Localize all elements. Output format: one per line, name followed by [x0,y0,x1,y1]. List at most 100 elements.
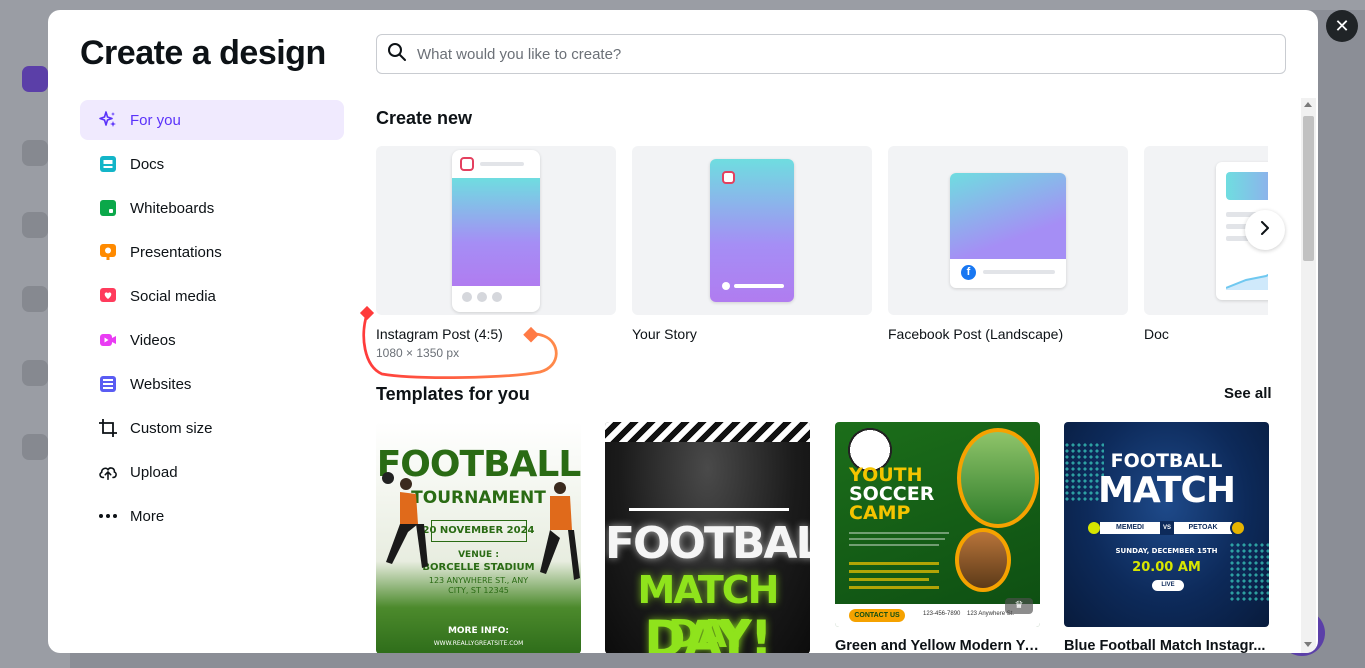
crop-icon [98,418,118,438]
match-date: SUNDAY, DECEMBER 15TH [1115,547,1218,555]
background-rail-icon [22,212,48,238]
card-label: Doc [1144,326,1169,342]
flyer-more-info: MORE INFO: [447,626,510,636]
nav-label: Social media [130,287,216,305]
search-bar[interactable] [376,34,1286,74]
background-rail-icon [22,434,48,460]
template-card[interactable]: YOUTH SOCCER CAMP CONTACT US 123-456-789… [835,422,1040,653]
template-thumbnail: FOOTBALL MATCH DAY DAY! [605,422,810,653]
list-line [849,570,939,573]
nav-label: Presentations [130,243,222,261]
contact-strip: CONTACT US 123-456-7890 123 Anywhere St.… [835,598,1040,627]
nav-item-upload[interactable]: Upload [80,452,344,492]
post-gradient [950,173,1066,259]
docs-icon [98,154,118,174]
flyer-subtitle: MATCH [1098,470,1236,511]
flyer-tagline: DAY! [644,610,772,653]
create-design-modal: Create a design For you Docs Whiteboards… [48,10,1318,653]
scroll-down-icon[interactable] [1304,642,1312,647]
card-thumbnail [376,146,616,315]
scroll-thumb[interactable] [1303,116,1314,261]
scroll-up-icon[interactable] [1304,102,1312,107]
nav-item-social-media[interactable]: Social media [80,276,344,316]
nav-item-more[interactable]: More [80,496,344,536]
list-line [849,562,939,565]
create-card-facebook-post[interactable]: f Facebook Post (Landscape) [888,146,1128,342]
nav-label: Upload [130,463,178,481]
whiteboard-icon [98,198,118,218]
more-icon [98,506,118,526]
cloud-upload-icon [98,462,118,482]
dot [477,292,487,302]
card-label: Facebook Post (Landscape) [888,326,1064,342]
doc-header-gradient [1226,172,1268,200]
category-nav: For you Docs Whiteboards Presentations S… [80,100,344,540]
vs-label: VS [1160,521,1174,535]
contact-us-badge: CONTACT US [849,609,905,622]
premium-crown-icon: ♛ [1005,598,1033,614]
dot [722,282,730,290]
placeholder-bar [480,162,524,166]
modal-title: Create a design [80,34,326,72]
text-line [849,532,949,534]
flyer-title: FOOTBALL [1110,450,1223,472]
card-thumbnail: f [888,146,1128,315]
contact-phone: 123-456-7890 [923,611,961,617]
nav-item-custom-size[interactable]: Custom size [80,408,344,448]
placeholder-bar [983,270,1055,274]
heart-icon [98,286,118,306]
nav-label: For you [130,111,181,129]
create-new-heading: Create new [376,108,473,128]
story-mock [710,159,794,302]
templates-grid: FOOTBALL TOURNAMENT 20 NOVEMBER 2024 VEN… [376,422,1276,653]
template-thumbnail: FOOTBALL MATCH MEMEDI VS PETOAK SUNDAY, … [1064,422,1269,627]
templates-heading: Templates for you [376,384,530,404]
presentation-icon [98,242,118,262]
close-icon: ✕ [1334,15,1350,36]
match-time: 20.00 AM [1132,560,1201,575]
text-line [849,544,939,546]
sparkle-icon [98,110,118,130]
nav-item-presentations[interactable]: Presentations [80,232,344,272]
nav-item-videos[interactable]: Videos [80,320,344,360]
modal-scrollbar[interactable] [1301,98,1316,653]
player-silhouette-right [540,482,580,580]
template-name: Blue Football Match Instagr... [1064,638,1266,653]
nav-item-for-you[interactable]: For you [80,100,344,140]
template-thumbnail: FOOTBALL TOURNAMENT 20 NOVEMBER 2024 VEN… [376,422,581,653]
team-logo-right [1230,520,1246,536]
carousel-next-button[interactable] [1245,210,1285,250]
template-card[interactable]: FOOTBALL MATCH DAY DAY! [605,422,810,653]
nav-item-whiteboards[interactable]: Whiteboards [80,188,344,228]
create-card-doc[interactable]: Doc [1144,146,1268,342]
nav-label: Docs [130,155,165,173]
chevron-right-icon [1260,220,1270,240]
team-left: MEMEDI [1100,522,1160,534]
doc-chart [1226,273,1268,290]
nav-label: Custom size [130,419,213,437]
search-icon [387,42,407,67]
create-card-your-story[interactable]: Your Story [632,146,872,342]
instagram-icon [722,171,735,184]
list-line [849,578,929,581]
team-bar: MEMEDI VS PETOAK [1086,520,1246,536]
card-thumbnail [632,146,872,315]
list-line [849,586,939,589]
flyer-website: WWW.REALLYGREATSITE.COM [433,640,524,647]
template-card[interactable]: FOOTBALL MATCH MEMEDI VS PETOAK SUNDAY, … [1064,422,1269,653]
video-icon [98,330,118,350]
background-rail-icon [22,66,48,92]
background-rail-icon [22,286,48,312]
search-input[interactable] [417,45,1267,63]
template-thumbnail: YOUTH SOCCER CAMP CONTACT US 123-456-789… [835,422,1040,627]
team-right: PETOAK [1174,522,1232,534]
nav-item-docs[interactable]: Docs [80,144,344,184]
player-silhouette-left [382,472,428,568]
template-card[interactable]: FOOTBALL TOURNAMENT 20 NOVEMBER 2024 VEN… [376,422,581,653]
stripe-band [605,422,810,442]
facebook-mock: f [950,173,1066,288]
close-modal-button[interactable]: ✕ [1326,10,1358,42]
see-all-link[interactable]: See all [1224,385,1272,402]
nav-item-websites[interactable]: Websites [80,364,344,404]
dot [462,292,472,302]
